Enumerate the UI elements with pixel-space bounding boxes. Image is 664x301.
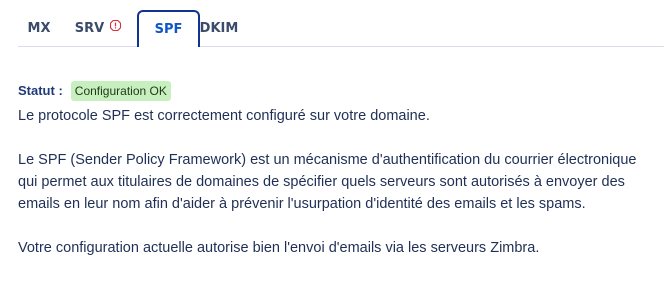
tab-dkim[interactable]: DKIM xyxy=(198,10,240,46)
tab-mx-label: MX xyxy=(27,20,51,36)
spf-panel: Statut : Configuration OK Le protocole S… xyxy=(18,80,648,259)
spf-config-note: Votre configuration actuelle autorise bi… xyxy=(18,240,540,256)
tab-srv[interactable]: SRV xyxy=(70,10,126,46)
status-row: Statut : Configuration OK xyxy=(18,80,648,102)
tab-spf-label: SPF xyxy=(154,22,183,37)
tab-srv-label: SRV xyxy=(74,20,105,36)
status-label: Statut : xyxy=(18,83,63,98)
warning-hexagon-icon xyxy=(110,19,122,31)
tabs-divider xyxy=(18,46,664,47)
tab-dkim-label: DKIM xyxy=(199,20,239,36)
spf-description: Le SPF (Sender Policy Framework) est un … xyxy=(18,152,637,212)
tab-spf[interactable]: SPF xyxy=(137,10,200,47)
dns-tabs: MX SRV SPF DKIM xyxy=(18,10,664,47)
tab-mx[interactable]: MX xyxy=(22,10,56,46)
spf-status-text: Le protocole SPF est correctement config… xyxy=(18,108,430,124)
status-badge: Configuration OK xyxy=(70,81,171,101)
